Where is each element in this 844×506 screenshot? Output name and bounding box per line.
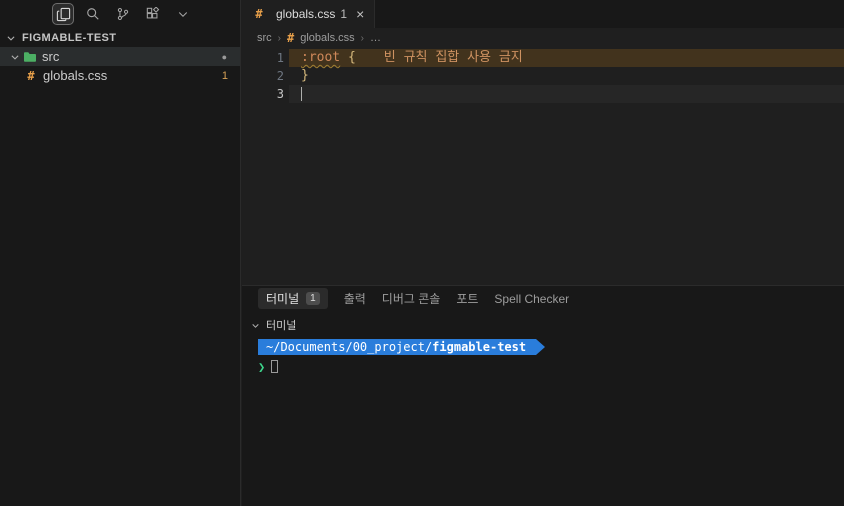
code-line-3: 3 (242, 85, 844, 103)
terminal-section-header[interactable]: 터미널 (242, 316, 844, 334)
terminal-path-line: ~/Documents/00_project/figmable-test (258, 339, 844, 355)
tab-bar: # globals.css 1 × (242, 0, 844, 28)
tree-item-label: src (42, 49, 60, 64)
current-line-highlight (289, 85, 844, 103)
tree-item-label: globals.css (43, 68, 108, 83)
breadcrumb-file[interactable]: globals.css (300, 32, 354, 44)
panel-tab-output[interactable]: 출력 (344, 290, 366, 307)
chevron-down-icon (3, 33, 19, 43)
css-file-icon: # (255, 7, 263, 21)
terminal-cursor (271, 360, 279, 373)
bottom-panel: 터미널 1 출력 디버그 콘솔 포트 Spell Checker 터미널 ~/D… (242, 285, 844, 506)
css-file-icon: # (287, 31, 295, 45)
tab-badge: 1 (340, 7, 348, 21)
explorer-title: FIGMABLE-TEST (22, 31, 117, 44)
activity-bar (0, 0, 240, 28)
editor-caret (301, 87, 302, 101)
tab-globals-css[interactable]: # globals.css 1 × (242, 0, 376, 28)
terminal-path-prefix: ~/Documents/00_project/ (266, 340, 433, 354)
panel-tab-label: 터미널 (266, 292, 300, 306)
tree-item-src[interactable]: src ● (0, 47, 240, 66)
line-number: 2 (276, 69, 284, 83)
terminal-content[interactable]: ~/Documents/00_project/figmable-test ❯ (242, 339, 844, 374)
vscode-window: FIGMABLE-TEST src ● # globals.css 1 # gl… (0, 0, 844, 506)
folder-src-icon (23, 51, 37, 63)
extensions-icon[interactable] (142, 3, 164, 25)
breadcrumb-src[interactable]: src (257, 32, 272, 44)
line-number: 1 (276, 51, 284, 65)
explorer-icon[interactable] (52, 3, 74, 25)
panel-tab-terminal[interactable]: 터미널 1 (258, 288, 328, 309)
code-line-2: 2 } (242, 67, 844, 85)
terminal-path-segment: ~/Documents/00_project/figmable-test (258, 339, 537, 355)
code-text: :root { 빈 규칙 집합 사용 금지 (301, 49, 523, 67)
panel-tab-debug-console[interactable]: 디버그 콘솔 (382, 290, 441, 307)
modified-dot: ● (221, 51, 227, 62)
line-number: 3 (276, 87, 284, 101)
chevron-down-icon (7, 52, 23, 62)
panel-tab-bar: 터미널 1 출력 디버그 콘솔 포트 Spell Checker (242, 286, 844, 311)
sidebar: FIGMABLE-TEST src ● # globals.css 1 (0, 0, 241, 506)
prompt-chevron: ❯ (258, 359, 266, 374)
problems-count-badge: 1 (221, 69, 228, 82)
chevron-right-icon: › (360, 32, 365, 44)
lint-warning-message: 빈 규칙 집합 사용 금지 (383, 50, 523, 65)
tree-item-globals-css[interactable]: # globals.css 1 (0, 66, 240, 85)
explorer-section-header[interactable]: FIGMABLE-TEST (0, 28, 240, 47)
terminal-section-label: 터미널 (266, 320, 297, 332)
close-brace: } (301, 68, 309, 83)
css-file-icon: # (27, 68, 35, 83)
chevron-down-icon[interactable] (172, 3, 194, 25)
terminal-path-folder: figmable-test (432, 340, 527, 354)
tab-label: globals.css (276, 7, 336, 21)
breadcrumb-symbol[interactable]: … (370, 32, 381, 44)
breadcrumb: src › # globals.css › … (242, 28, 844, 48)
open-brace: { (347, 50, 356, 65)
powerline-arrow-icon (536, 339, 546, 355)
code-line-1: 1 :root { 빈 규칙 집합 사용 금지 (242, 49, 844, 67)
editor-area: # globals.css 1 × src › # globals.css › … (242, 0, 844, 285)
terminal-count-badge: 1 (306, 292, 320, 305)
search-icon[interactable] (82, 3, 104, 25)
css-selector: :root (301, 50, 341, 65)
chevron-right-icon: › (277, 32, 282, 44)
close-icon[interactable]: × (356, 7, 364, 21)
chevron-down-icon (247, 321, 263, 330)
panel-tab-ports[interactable]: 포트 (456, 290, 478, 307)
terminal-prompt-line: ❯ (258, 359, 844, 374)
source-control-icon[interactable] (112, 3, 134, 25)
panel-tab-spell-checker[interactable]: Spell Checker (494, 292, 569, 306)
code-editor[interactable]: 1 :root { 빈 규칙 집합 사용 금지 2 } 3 (242, 49, 844, 103)
